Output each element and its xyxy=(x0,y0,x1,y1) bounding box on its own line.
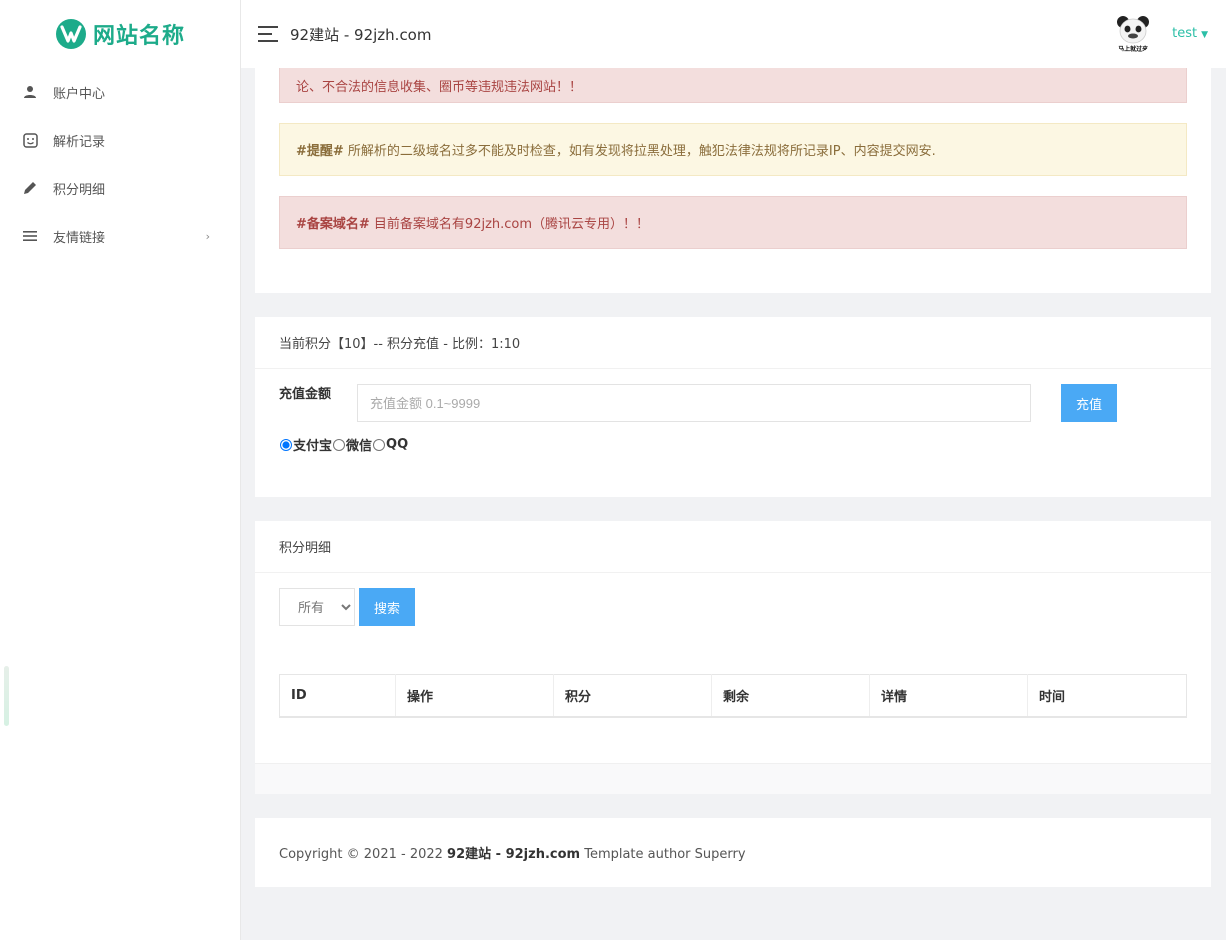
column-header-points[interactable]: 积分 xyxy=(553,674,712,718)
copyright-suffix: Template author Superry xyxy=(580,847,746,862)
user-menu[interactable]: 马上就过来 test ▼ xyxy=(1112,12,1208,54)
alert-danger-icp-domain: #备案域名# 目前备案域名有92jzh.com（腾讯云专用）！！ xyxy=(279,196,1187,249)
notice-card: 论、不合法的信息收集、圈币等违规违法网站！！ #提醒# 所解析的二级域名过多不能… xyxy=(255,68,1211,293)
pencil-icon xyxy=(22,180,38,196)
pay-wechat-radio[interactable] xyxy=(333,438,346,451)
points-log-body: 所有 搜索 ID 操作 积分 剩余 详情 时间 xyxy=(255,573,1211,763)
copyright-text: Copyright © 2021 - 2022 92建站 - 92jzh.com… xyxy=(279,843,746,862)
column-header-action[interactable]: 操作 xyxy=(395,674,554,718)
column-header-remaining[interactable]: 剩余 xyxy=(711,674,870,718)
copyright-footer: Copyright © 2021 - 2022 92建站 - 92jzh.com… xyxy=(255,818,1211,887)
copyright-prefix: Copyright © 2021 - 2022 xyxy=(279,847,448,862)
site-logo[interactable]: 网站名称 xyxy=(0,0,240,68)
column-header-details[interactable]: 详情 xyxy=(869,674,1028,718)
logo-mark-icon xyxy=(55,19,86,49)
alert-warning-reminder: #提醒# 所解析的二级域名过多不能及时检查，如有发现将拉黑处理，触犯法律法规将所… xyxy=(279,123,1187,176)
avatar[interactable]: 马上就过来 xyxy=(1112,12,1155,54)
username-dropdown[interactable]: test ▼ xyxy=(1172,26,1208,41)
search-button[interactable]: 搜索 xyxy=(359,588,415,626)
copyright-site[interactable]: 92建站 - 92jzh.com xyxy=(447,847,580,862)
pay-wechat-label: 微信 xyxy=(346,439,373,454)
pay-alipay-option[interactable]: 支付宝 xyxy=(279,435,332,454)
sidebar-item-label: 友情链接 xyxy=(53,230,106,246)
recharge-form: 充值金额 充值 支付宝 微信 QQ xyxy=(255,369,1211,497)
menu-lines-icon xyxy=(22,228,38,244)
sidebar-toggle-icon[interactable] xyxy=(258,26,278,42)
avatar-caption: 马上就过来 xyxy=(1118,46,1149,53)
alert-text: 论、不合法的信息收集、圈币等违规违法网站！！ xyxy=(296,79,583,95)
points-log-card: 积分明细 所有 搜索 ID 操作 积分 剩余 详情 时间 xyxy=(255,521,1211,794)
alert-text: #提醒# 所解析的二级域名过多不能及时检查，如有发现将拉黑处理，触犯法律法规将所… xyxy=(296,140,936,159)
recharge-title: 当前积分【10】-- 积分充值 - 比例：1:10 xyxy=(255,317,1211,369)
pay-alipay-label: 支付宝 xyxy=(293,439,333,454)
type-filter-select[interactable]: 所有 xyxy=(279,588,355,626)
alert-body: 所解析的二级域名过多不能及时检查，如有发现将拉黑处理，触犯法律法规将所记录IP、… xyxy=(343,144,936,159)
logo-text: 网站名称 xyxy=(92,24,185,49)
sidebar-item-links[interactable]: 友情链接 › xyxy=(0,212,240,260)
caret-down-icon: ▼ xyxy=(1201,29,1208,40)
pay-wechat-option[interactable]: 微信 xyxy=(332,435,372,454)
alert-text: #备案域名# 目前备案域名有92jzh.com（腾讯云专用）！！ xyxy=(296,213,649,232)
column-header-id[interactable]: ID xyxy=(279,674,396,718)
page-title: 92建站 - 92jzh.com xyxy=(290,25,432,44)
sidebar-nav: 账户中心 解析记录 积分明细 友情链接 › xyxy=(0,68,240,260)
sidebar: 网站名称 账户中心 解析记录 积分明细 友情链接 › xyxy=(0,0,241,940)
sidebar-item-dns-records[interactable]: 解析记录 xyxy=(0,116,240,164)
recharge-button[interactable]: 充值 xyxy=(1061,384,1117,422)
amount-label: 充值金额 xyxy=(279,387,332,402)
points-log-title: 积分明细 xyxy=(255,521,1211,573)
sidebar-item-points[interactable]: 积分明细 xyxy=(0,164,240,212)
pay-alipay-radio[interactable] xyxy=(280,438,292,451)
points-log-table: ID 操作 积分 剩余 详情 时间 xyxy=(279,674,1187,718)
top-header: 92建站 - 92jzh.com 马上就过来 test ▼ xyxy=(241,0,1226,68)
column-header-time[interactable]: 时间 xyxy=(1027,674,1187,718)
alert-tag: #备案域名# xyxy=(296,217,370,232)
smile-square-icon xyxy=(22,132,38,148)
sidebar-item-label: 积分明细 xyxy=(53,182,106,198)
alert-danger-rules: 论、不合法的信息收集、圈币等违规违法网站！！ xyxy=(279,68,1187,103)
recharge-card: 当前积分【10】-- 积分充值 - 比例：1:10 充值金额 充值 支付宝 微信… xyxy=(255,317,1211,497)
pay-qq-option[interactable]: QQ xyxy=(372,437,408,452)
pay-qq-radio[interactable] xyxy=(373,438,386,451)
main-content: 论、不合法的信息收集、圈币等违规违法网站！！ #提醒# 所解析的二级域名过多不能… xyxy=(255,68,1211,911)
alert-tag: #提醒# xyxy=(296,144,344,159)
pay-qq-label: QQ xyxy=(386,437,409,452)
table-header-row: ID 操作 积分 剩余 详情 时间 xyxy=(279,674,1187,718)
alert-body: 目前备案域名有92jzh.com（腾讯云专用）！！ xyxy=(369,217,650,232)
scroll-indicator[interactable] xyxy=(4,666,9,726)
chevron-right-icon: › xyxy=(205,229,210,243)
sidebar-item-label: 账户中心 xyxy=(53,86,106,102)
sidebar-item-label: 解析记录 xyxy=(53,134,106,150)
amount-input[interactable] xyxy=(357,384,1031,422)
user-icon xyxy=(22,84,38,100)
payment-method-group: 支付宝 微信 QQ xyxy=(279,435,408,454)
table-footer xyxy=(255,763,1211,794)
username-label: test xyxy=(1172,25,1198,41)
sidebar-item-account[interactable]: 账户中心 xyxy=(0,68,240,116)
